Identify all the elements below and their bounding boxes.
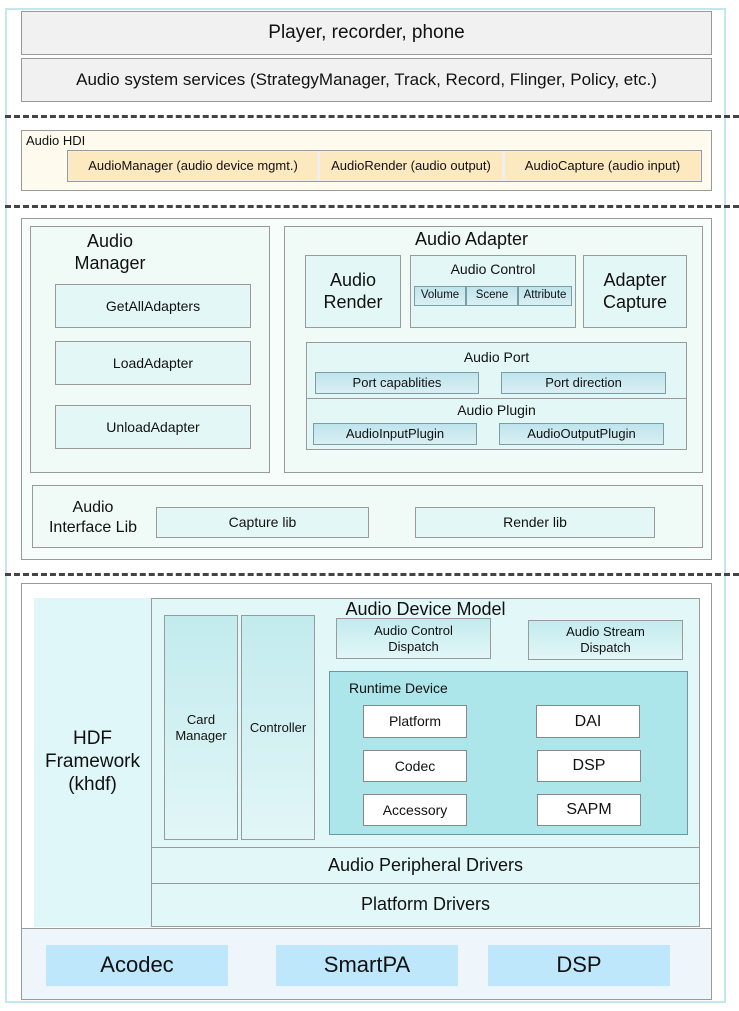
audio-architecture-diagram: Player, recorder, phone Audio system ser… xyxy=(0,0,739,1011)
port-direction: Port direction xyxy=(501,372,666,394)
audio-peripheral-drivers: Audio Peripheral Drivers xyxy=(151,847,700,884)
control-scene: Scene xyxy=(466,286,518,306)
hdi-audiorender: AudioRender (audio output) xyxy=(320,152,502,180)
port-capabilities: Port capablities xyxy=(315,372,479,394)
controller: Controller xyxy=(241,615,315,840)
audio-input-plugin: AudioInputPlugin xyxy=(313,423,477,445)
audio-port-title: Audio Port xyxy=(463,349,530,365)
divider xyxy=(5,205,739,208)
hardware-dsp: DSP xyxy=(488,945,670,986)
runtime-dai: DAI xyxy=(536,705,640,738)
divider xyxy=(5,115,739,118)
interface-lib-title: Audio Interface Lib xyxy=(48,499,138,536)
loadadapter: LoadAdapter xyxy=(55,341,251,385)
runtime-device-title: Runtime Device xyxy=(349,680,448,696)
audio-control-dispatch: Audio Control Dispatch xyxy=(336,618,491,659)
control-volume: Volume xyxy=(414,286,466,306)
hdi-audiomanager: AudioManager (audio device mgmt.) xyxy=(69,152,317,180)
audio-plugin-title: Audio Plugin xyxy=(457,402,536,418)
hdi-audiocapture: AudioCapture (audio input) xyxy=(505,152,700,180)
hdi-title: Audio HDI xyxy=(26,133,86,148)
runtime-sapm: SAPM xyxy=(537,794,641,826)
runtime-accessory: Accessory xyxy=(363,794,467,826)
render-lib: Render lib xyxy=(415,507,655,538)
runtime-codec: Codec xyxy=(363,750,467,782)
runtime-dsp: DSP xyxy=(537,750,641,782)
hdf-framework: HDF Framework (khdf) xyxy=(34,598,151,927)
services-layer: Audio system services (StrategyManager, … xyxy=(21,58,712,102)
platform-drivers: Platform Drivers xyxy=(151,883,700,927)
audio-manager-title: Audio Manager xyxy=(74,231,146,273)
audio-render: Audio Render xyxy=(305,255,401,328)
capture-lib: Capture lib xyxy=(156,507,369,538)
getalladapters: GetAllAdapters xyxy=(55,284,251,328)
control-attribute: Attribute xyxy=(518,286,572,306)
runtime-platform: Platform xyxy=(363,705,467,738)
apps-layer: Player, recorder, phone xyxy=(21,11,712,55)
unloadadapter: UnloadAdapter xyxy=(55,405,251,449)
hardware-smartpa: SmartPA xyxy=(276,945,458,986)
audio-control-title: Audio Control xyxy=(450,261,536,277)
hardware-acodec: Acodec xyxy=(46,945,228,986)
audio-stream-dispatch: Audio Stream Dispatch xyxy=(528,620,683,660)
divider xyxy=(5,573,739,576)
card-manager: Card Manager xyxy=(164,615,238,840)
audio-adapter-title: Audio Adapter xyxy=(414,229,529,249)
adapter-capture: Adapter Capture xyxy=(583,255,687,328)
audio-output-plugin: AudioOutputPlugin xyxy=(499,423,664,445)
